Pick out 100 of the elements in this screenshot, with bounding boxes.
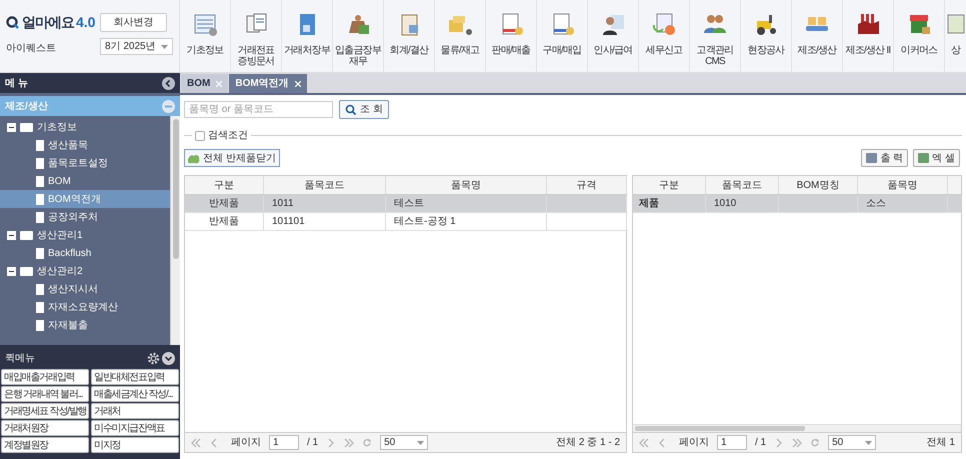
refresh-icon[interactable] xyxy=(362,438,372,448)
collapse-all-button[interactable]: 전체 반제품닫기 xyxy=(184,149,280,167)
toolbar-button[interactable]: 입출금장부 재무 xyxy=(333,0,384,72)
tax-form-icon[interactable] xyxy=(651,11,677,37)
spreadsheet-icon xyxy=(918,153,930,163)
scrollbar-thumb[interactable] xyxy=(635,426,805,431)
page-size-select[interactable]: 50 xyxy=(828,435,876,450)
close-icon[interactable] xyxy=(294,80,301,86)
quick-menu-title: 퀵메뉴 xyxy=(5,352,35,366)
quick-menu-button[interactable]: 은행 거래내역 불러... xyxy=(1,386,89,402)
record-summary: 전체 1 xyxy=(926,436,955,450)
file-icon xyxy=(36,176,44,186)
tree-item[interactable]: 생산지시서 xyxy=(0,280,170,298)
toolbar-button[interactable]: 제조/생산 xyxy=(792,0,843,72)
last-page-icon[interactable] xyxy=(792,438,802,448)
tree-item[interactable]: 자재불출 xyxy=(0,316,170,334)
tree-item[interactable]: BOM xyxy=(0,172,170,190)
settings-icon[interactable] xyxy=(147,352,160,364)
tree-folder-label[interactable]: 생산관리2 xyxy=(37,264,83,278)
tree-item[interactable]: 자재소요량계산 xyxy=(0,298,170,316)
toolbar-button[interactable]: 거래처장부 xyxy=(282,0,333,72)
toolbar-button[interactable]: 고객관리 CMS xyxy=(690,0,741,72)
search-button[interactable]: 조 회 xyxy=(339,100,389,119)
expand-icon[interactable] xyxy=(162,352,175,364)
tree-folder-label[interactable]: 기초정보 xyxy=(37,120,77,134)
search-field[interactable]: 품목명 or 품목코드 xyxy=(184,101,333,118)
quick-menu-button[interactable]: 매출세금계산 작성/... xyxy=(91,386,179,402)
toggle-icon[interactable] xyxy=(7,122,16,132)
quick-menu-button[interactable]: 계정별원장 xyxy=(1,437,89,453)
toolbar-button[interactable]: 기초정보 xyxy=(180,0,231,72)
quick-menu-button[interactable]: 미수미지급잔액표 xyxy=(91,420,179,436)
table-cell: 제품 xyxy=(633,195,706,212)
tree-folder-label[interactable]: 생산관리1 xyxy=(37,228,83,242)
tree-item[interactable]: 생산품목 xyxy=(0,136,170,154)
dropdown-icon[interactable] xyxy=(417,440,424,444)
company-name: 아이퀘스트 xyxy=(6,42,57,56)
toolbar-button[interactable]: 물류/재고 xyxy=(435,0,486,72)
toolbar-button[interactable]: 현장공사 xyxy=(741,0,792,72)
quick-menu-button[interactable]: 거래명세표 작성/발행 xyxy=(1,403,89,419)
first-page-icon[interactable] xyxy=(639,438,649,448)
tree-item[interactable]: Backflush xyxy=(0,244,170,262)
tree-item[interactable]: 공장외주처 xyxy=(0,208,170,226)
column-header: BOM명칭 xyxy=(779,176,858,194)
column-header: 구분 xyxy=(633,176,706,194)
table-row[interactable]: 반제품 1011 테스트 xyxy=(185,195,626,213)
factory-icon[interactable] xyxy=(855,11,881,37)
first-page-icon[interactable] xyxy=(191,438,201,448)
page-label: 페이지 xyxy=(679,436,709,450)
previous-page-icon[interactable] xyxy=(657,438,667,448)
toolbar-button[interactable]: 이커머스 xyxy=(894,0,945,72)
page-field[interactable]: 1 xyxy=(717,435,747,450)
quick-menu-button[interactable]: 매입매출거래입력 xyxy=(1,369,89,385)
last-page-icon[interactable] xyxy=(344,438,354,448)
toolbar-button[interactable]: 세무신고 xyxy=(639,0,690,72)
page-size-select[interactable]: 50 xyxy=(380,435,428,450)
file-icon xyxy=(36,320,44,330)
tab[interactable]: BOM역전개 xyxy=(229,74,307,93)
quick-menu-button[interactable]: 거래처원장 xyxy=(1,420,89,436)
next-page-icon[interactable] xyxy=(774,438,784,448)
tab[interactable]: BOM xyxy=(181,74,228,93)
change-company-button[interactable]: 회사변경 xyxy=(100,13,167,32)
next-page-icon[interactable] xyxy=(326,438,336,448)
quick-menu-button[interactable]: 일반대체전표입력 xyxy=(91,369,179,385)
toolbar-button[interactable]: 회계/결산 xyxy=(384,0,435,72)
previous-page-icon[interactable] xyxy=(209,438,219,448)
toolbar-button[interactable]: 제조/생산 II xyxy=(843,0,894,72)
tree-item[interactable]: 품목로트설정 xyxy=(0,154,170,172)
table-row[interactable]: 반제품 101101 테스트-공정 1 xyxy=(185,213,626,231)
toolbar-button[interactable]: 상 xyxy=(945,0,966,72)
toggle-icon[interactable] xyxy=(7,266,16,276)
table-cell: 테스트-공정 1 xyxy=(386,213,547,230)
scrollbar-thumb[interactable] xyxy=(172,119,178,259)
dropdown-icon[interactable] xyxy=(865,440,872,444)
period-select[interactable]: 8기 2025년 xyxy=(100,38,173,55)
column-header: 규격 xyxy=(547,176,627,194)
minus-circle-icon[interactable] xyxy=(162,100,175,112)
folder-icon xyxy=(20,230,33,240)
column-header: 품목코드 xyxy=(706,176,779,194)
excel-button[interactable]: 엑 셀 xyxy=(913,149,960,167)
toggle-icon[interactable] xyxy=(7,230,16,240)
print-button[interactable]: 출 력 xyxy=(861,149,908,167)
toolbar-button[interactable]: 구매/매입 xyxy=(537,0,588,72)
file-icon xyxy=(36,212,44,222)
quick-menu-button[interactable]: 미지정 xyxy=(91,437,179,453)
dropdown-icon[interactable] xyxy=(161,44,168,48)
printer-icon xyxy=(866,153,878,163)
quick-menu-button[interactable]: 거래처 xyxy=(91,403,179,419)
toolbar-button[interactable]: 거래전표 증빙문서 xyxy=(231,0,282,72)
file-icon xyxy=(36,158,44,168)
collapse-icon[interactable] xyxy=(162,76,175,90)
table-cell: 반제품 xyxy=(185,213,264,230)
page-field[interactable]: 1 xyxy=(269,435,299,450)
column-header: 품목명 xyxy=(858,176,948,194)
table-row[interactable]: 제품 1010 소스 xyxy=(633,195,961,213)
file-icon xyxy=(36,248,44,258)
refresh-icon[interactable] xyxy=(810,438,820,448)
record-summary: 전체 2 중 1 - 2 xyxy=(556,436,620,450)
toolbar-button[interactable]: 인사/급여 xyxy=(588,0,639,72)
toolbar-button[interactable]: 판매/매출 xyxy=(486,0,537,72)
checkbox[interactable] xyxy=(195,130,205,140)
